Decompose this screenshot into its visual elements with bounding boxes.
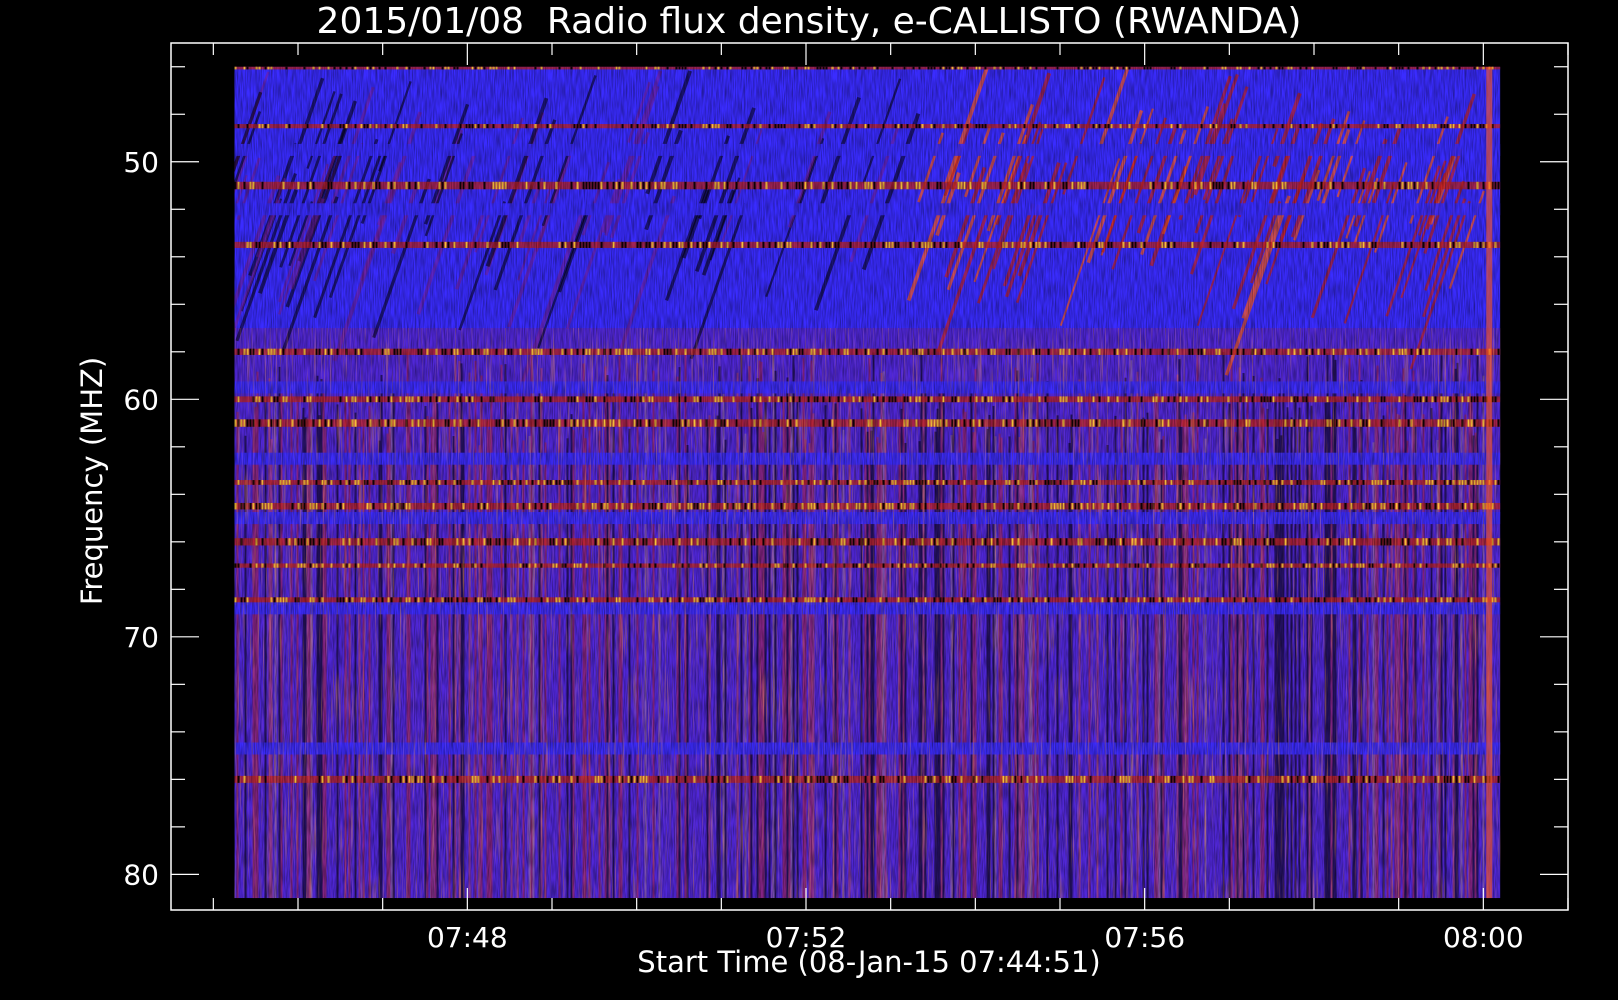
y-tick-label: 50: [123, 146, 159, 179]
heatmap-noise-warm: [234, 328, 1501, 899]
spectrogram-chart: 2015/01/08 Radio flux density, e-CALLIST…: [0, 0, 1618, 1000]
x-axis-label: Start Time (08-Jan-15 07:44:51): [637, 945, 1101, 979]
y-axis-label: Frequency (MHZ): [75, 356, 109, 606]
y-tick-label: 80: [123, 858, 159, 891]
heatmap-layer: [234, 66, 1501, 899]
plot-area: 07:48 07:52 07:56 08:0050607080: [123, 42, 1569, 954]
y-tick-label: 70: [123, 621, 159, 654]
heatmap-edge-strip: [1486, 66, 1493, 899]
y-tick-label: 60: [123, 383, 159, 416]
